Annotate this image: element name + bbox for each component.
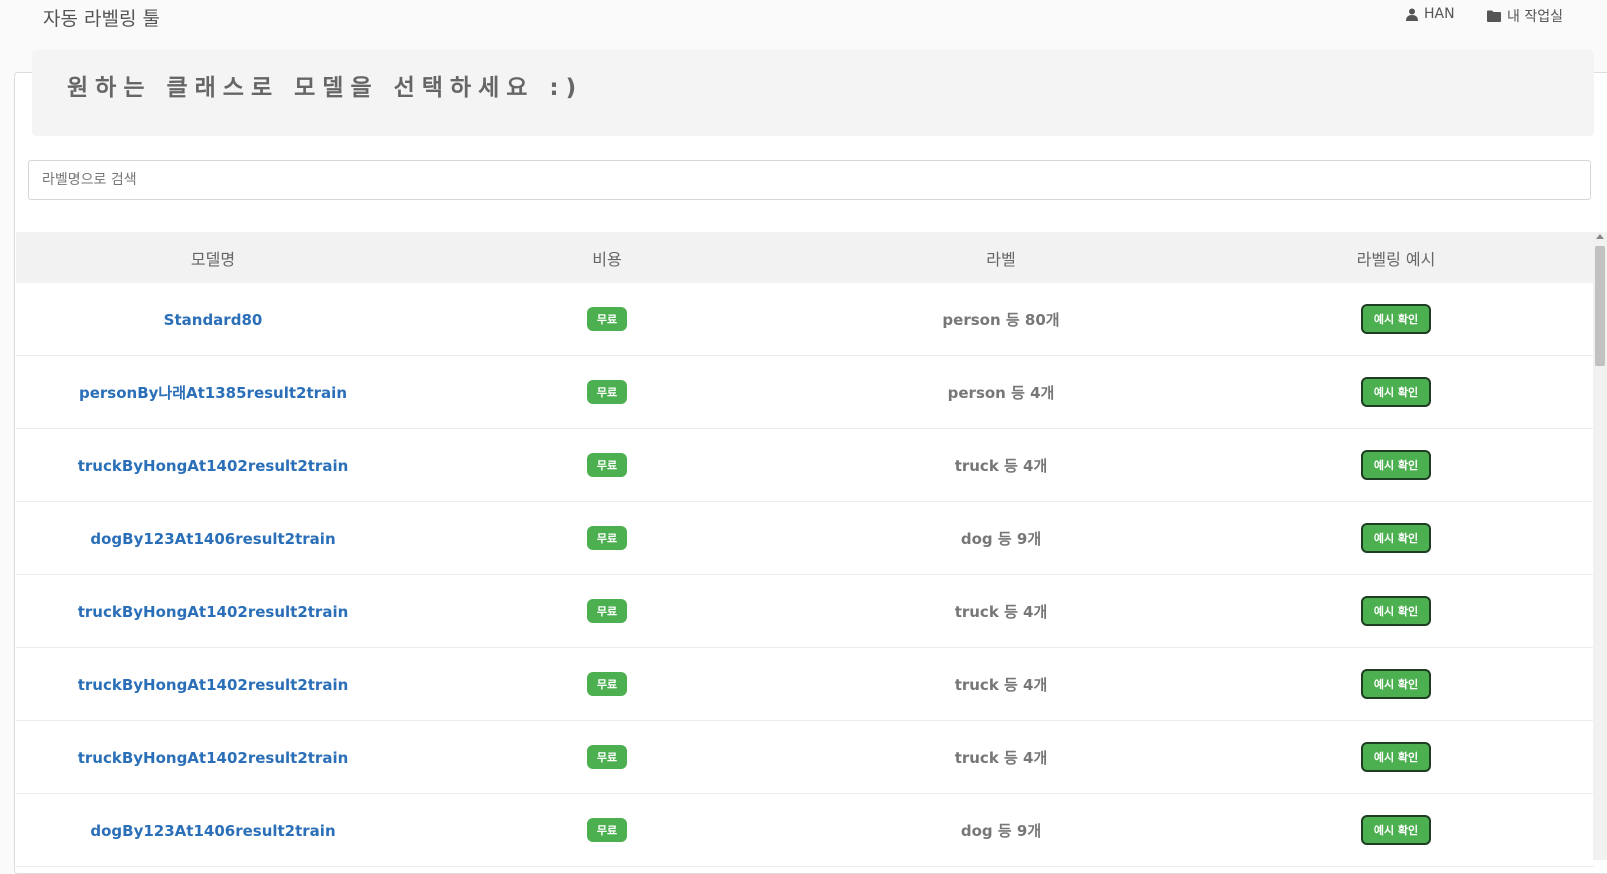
label-summary: dog 등 9개 bbox=[960, 529, 1042, 548]
table-header-row: 모델명 비용 라벨 라벨링 예시 bbox=[16, 232, 1594, 283]
table-scrollbar[interactable] bbox=[1593, 232, 1607, 860]
example-button[interactable]: 예시 확인 bbox=[1360, 377, 1432, 407]
label-summary: person 등 80개 bbox=[942, 310, 1060, 329]
cost-badge: 무료 bbox=[586, 307, 628, 331]
model-name-link[interactable]: personBy나래At1385result2train bbox=[79, 384, 347, 402]
example-button[interactable]: 예시 확인 bbox=[1360, 523, 1432, 553]
column-header-example: 라벨링 예시 bbox=[1198, 232, 1594, 283]
table-row: personBy나래At1385result2train 무료 person 등… bbox=[16, 355, 1594, 429]
table-row: truckByHongAt1402result2train 무료 truck 등… bbox=[16, 574, 1594, 648]
nav-user-label: HAN bbox=[1424, 6, 1455, 22]
example-button[interactable]: 예시 확인 bbox=[1360, 304, 1432, 334]
model-name-link[interactable]: truckByHongAt1402result2train bbox=[78, 749, 349, 767]
page-title: 원하는 클래스로 모델을 선택하세요 :) bbox=[67, 75, 584, 101]
table-row: truckByHongAt1402result2train 무료 truck 등… bbox=[16, 720, 1594, 794]
example-button[interactable]: 예시 확인 bbox=[1360, 742, 1432, 772]
example-button[interactable]: 예시 확인 bbox=[1360, 596, 1432, 626]
model-name-link[interactable]: Standard80 bbox=[164, 311, 263, 329]
table-row: dogBy123At1406result2train 무료 dog 등 9개 예… bbox=[16, 501, 1594, 575]
top-navbar: 자동 라벨링 툴 HAN 내 작업실 bbox=[0, 0, 1607, 48]
label-summary: dog 등 9개 bbox=[960, 821, 1042, 840]
folder-icon bbox=[1487, 10, 1501, 22]
label-summary: truck 등 4개 bbox=[954, 602, 1048, 621]
table-row: Standard80 무료 person 등 80개 예시 확인 bbox=[16, 283, 1594, 356]
model-name-link[interactable]: truckByHongAt1402result2train bbox=[78, 603, 349, 621]
cost-badge: 무료 bbox=[586, 672, 628, 696]
cost-badge: 무료 bbox=[586, 599, 628, 623]
scroll-up-arrow-icon[interactable] bbox=[1596, 234, 1604, 239]
label-summary: truck 등 4개 bbox=[954, 748, 1048, 767]
example-button[interactable]: 예시 확인 bbox=[1360, 669, 1432, 699]
table-row: dogBy123At1406result2train 무료 dog 등 9개 예… bbox=[16, 793, 1594, 867]
model-name-link[interactable]: dogBy123At1406result2train bbox=[90, 822, 335, 840]
table-row: truckByHongAt1402result2train 무료 truck 등… bbox=[16, 428, 1594, 502]
table-row: truckByHongAt1402result2train 무료 truck 등… bbox=[16, 647, 1594, 721]
cost-badge: 무료 bbox=[586, 380, 628, 404]
example-button[interactable]: 예시 확인 bbox=[1360, 450, 1432, 480]
nav-workspace-label: 내 작업실 bbox=[1507, 9, 1563, 25]
label-summary: truck 등 4개 bbox=[954, 456, 1048, 475]
column-header-label: 라벨 bbox=[804, 232, 1198, 283]
model-name-link[interactable]: dogBy123At1406result2train bbox=[90, 530, 335, 548]
column-header-model: 모델명 bbox=[16, 232, 410, 283]
model-name-link[interactable]: truckByHongAt1402result2train bbox=[78, 457, 349, 475]
app-brand[interactable]: 자동 라벨링 툴 bbox=[43, 4, 160, 31]
cost-badge: 무료 bbox=[586, 453, 628, 477]
label-search-input[interactable] bbox=[28, 160, 1591, 200]
label-summary: person 등 4개 bbox=[947, 383, 1055, 402]
nav-user-link[interactable]: HAN bbox=[1406, 6, 1455, 22]
example-button[interactable]: 예시 확인 bbox=[1360, 815, 1432, 845]
cost-badge: 무료 bbox=[586, 526, 628, 550]
user-icon bbox=[1406, 8, 1418, 21]
model-table: 모델명 비용 라벨 라벨링 예시 Standard80 무료 person 등 … bbox=[16, 232, 1594, 867]
label-summary: truck 등 4개 bbox=[954, 675, 1048, 694]
cost-badge: 무료 bbox=[586, 745, 628, 769]
jumbotron: 원하는 클래스로 모델을 선택하세요 :) bbox=[32, 50, 1594, 136]
model-name-link[interactable]: truckByHongAt1402result2train bbox=[78, 676, 349, 694]
cost-badge: 무료 bbox=[586, 818, 628, 842]
scrollbar-thumb[interactable] bbox=[1595, 246, 1605, 366]
column-header-cost: 비용 bbox=[410, 232, 804, 283]
nav-workspace-link[interactable]: 내 작업실 bbox=[1487, 6, 1563, 26]
